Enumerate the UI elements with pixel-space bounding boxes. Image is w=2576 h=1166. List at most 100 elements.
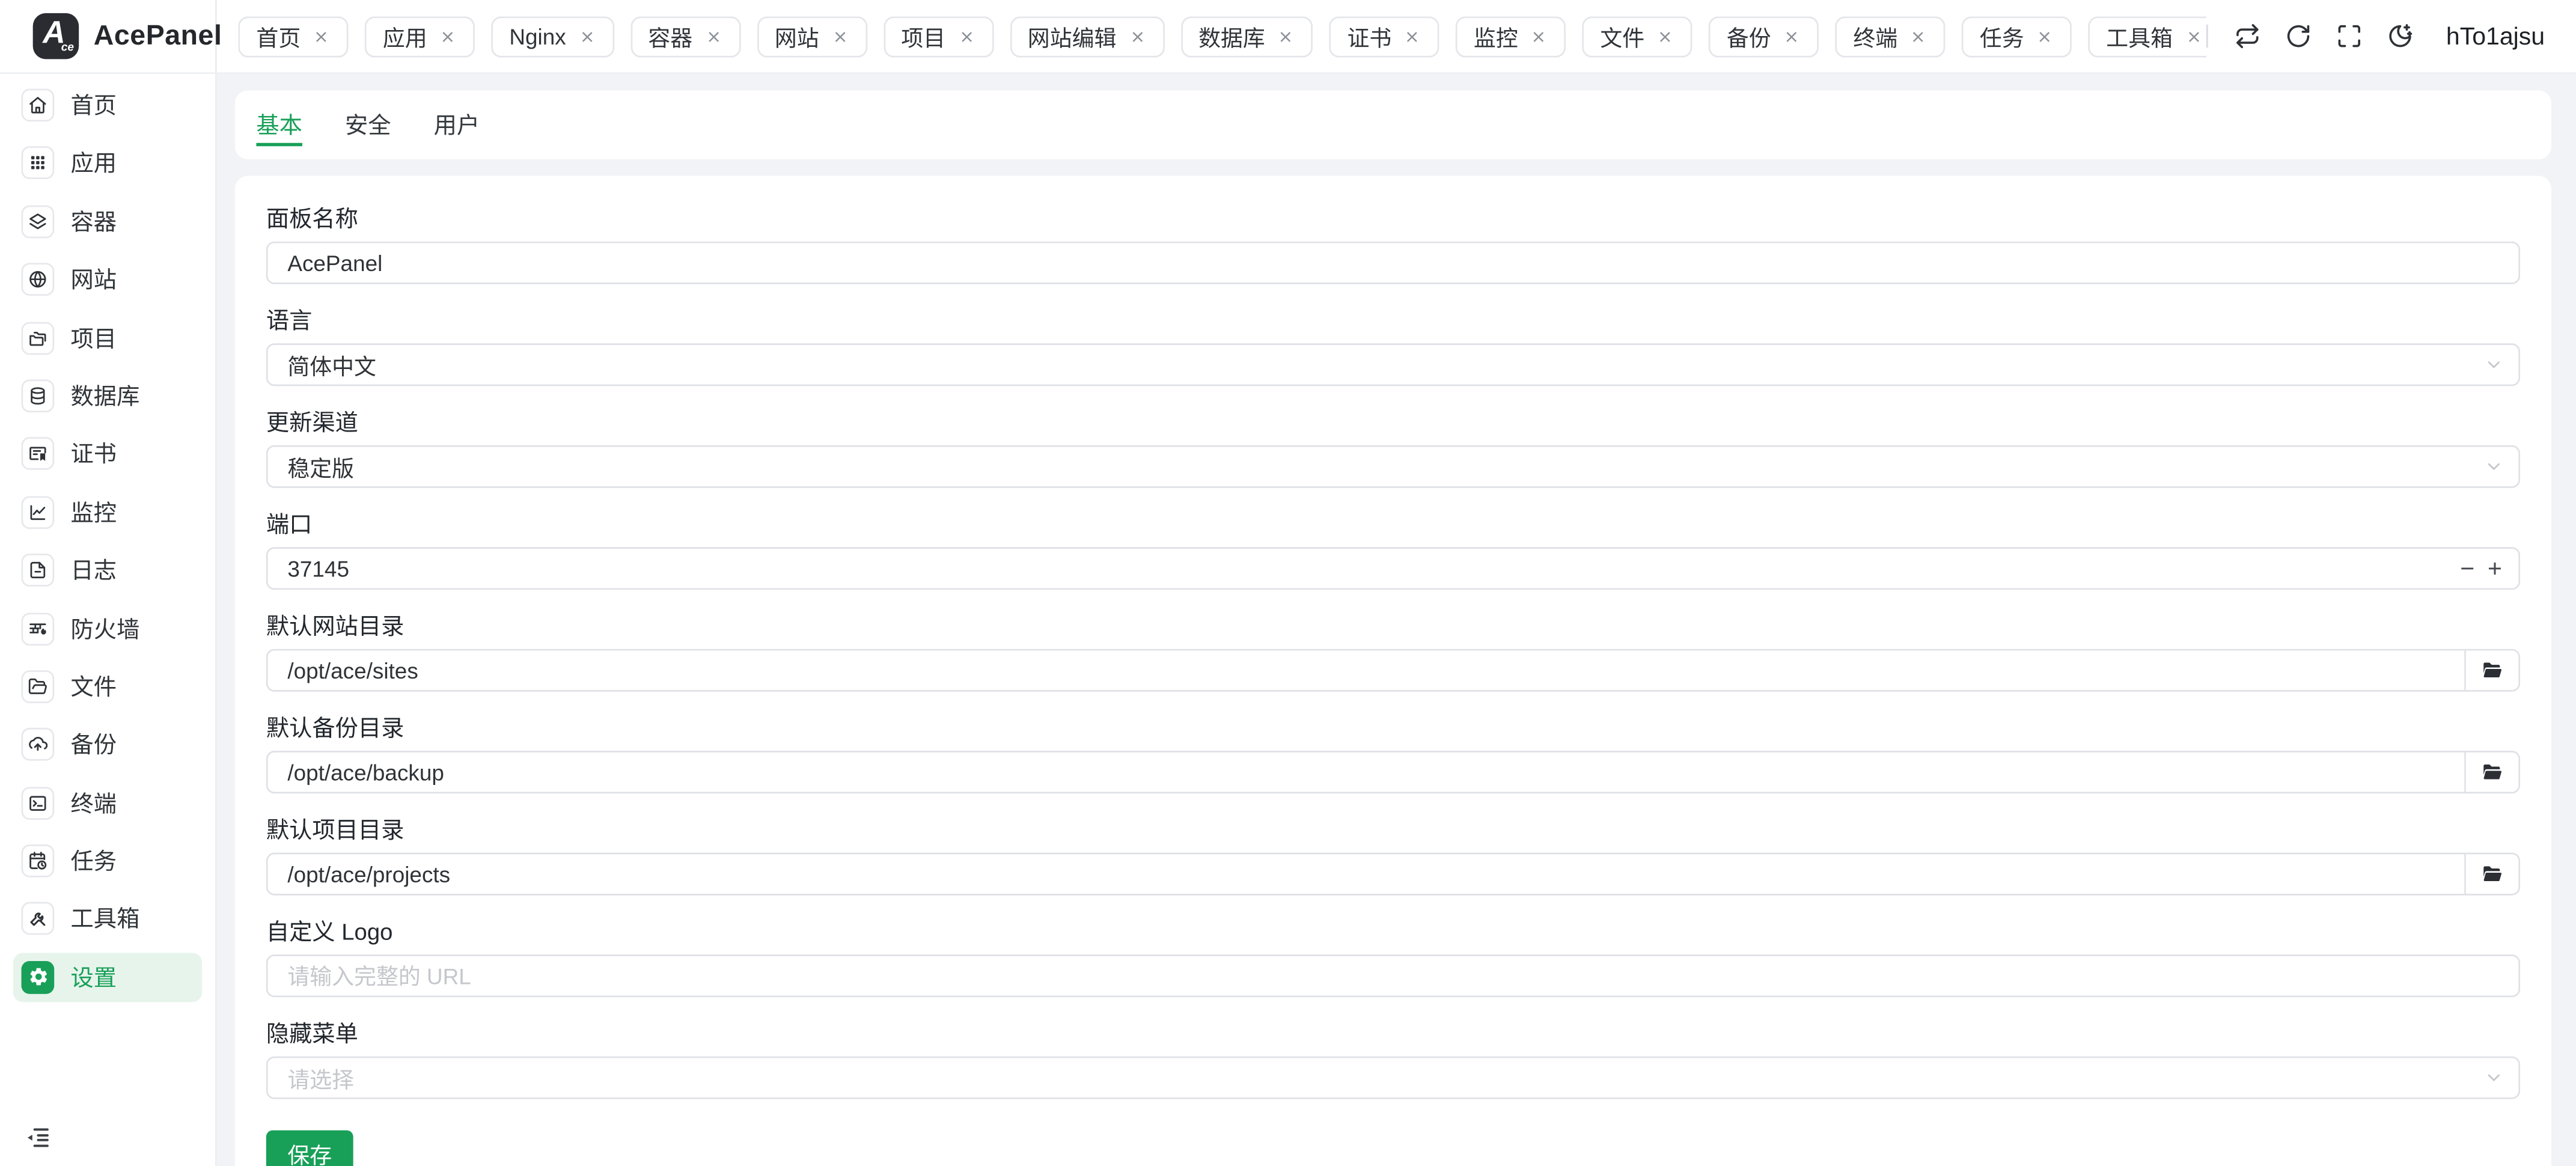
tab-chip-certificates[interactable]: 证书 (1329, 16, 1439, 56)
sidebar-item-database[interactable]: 数据库 (13, 371, 202, 421)
refresh-icon[interactable] (2285, 23, 2312, 49)
field-label: 语言 (266, 305, 2520, 335)
field-custom-logo: 自定义 Logo (266, 917, 2520, 997)
close-icon[interactable] (578, 27, 596, 45)
close-icon[interactable] (2184, 27, 2202, 45)
decrement-icon[interactable]: − (2460, 556, 2474, 581)
sidebar-item-home[interactable]: 首页 (13, 81, 202, 130)
field-project-dir: 默认项目目录 (266, 815, 2520, 896)
sidebar-item-backup[interactable]: 备份 (13, 720, 202, 769)
terminal-icon (22, 786, 55, 819)
sidebar-item-files[interactable]: 文件 (13, 662, 202, 711)
select-placeholder: 请选择 (287, 1061, 354, 1094)
field-label: 默认备份目录 (266, 713, 2520, 742)
dark-mode-moon-icon[interactable] (2387, 23, 2414, 49)
close-icon[interactable] (439, 27, 457, 45)
tab-chip-terminal[interactable]: 终端 (1835, 16, 1945, 56)
certificate-icon (22, 438, 55, 471)
fullscreen-icon[interactable] (2336, 23, 2363, 49)
sidebar-item-label: 终端 (71, 786, 117, 819)
project-dir-input[interactable] (268, 854, 2465, 894)
sidebar-item-label: 日志 (71, 554, 117, 587)
tab-chip-database[interactable]: 数据库 (1180, 16, 1313, 56)
tab-chip-containers[interactable]: 容器 (630, 16, 740, 56)
tab-users[interactable]: 用户 (434, 90, 480, 146)
custom-logo-input[interactable] (266, 954, 2520, 997)
sidebar-item-firewall[interactable]: 防火墙 (13, 604, 202, 653)
increment-icon[interactable]: + (2488, 556, 2502, 581)
sidebar: 首页 应用 容器 网站 项目 数据库 (0, 72, 217, 1166)
sidebar-item-label: 监控 (71, 496, 117, 529)
close-icon[interactable] (1656, 27, 1674, 45)
close-icon[interactable] (704, 27, 722, 45)
sidebar-item-toolbox[interactable]: 工具箱 (13, 894, 202, 944)
chart-line-icon (22, 496, 55, 529)
cloud-upload-icon (22, 728, 55, 762)
tab-chip-tasks[interactable]: 任务 (1962, 16, 2072, 56)
backup-dir-input[interactable] (268, 752, 2465, 792)
sidebar-item-monitor[interactable]: 监控 (13, 487, 202, 537)
sidebar-item-projects[interactable]: 项目 (13, 313, 202, 362)
database-icon (22, 379, 55, 412)
sidebar-item-settings[interactable]: 设置 (13, 953, 202, 1002)
sidebar-item-apps[interactable]: 应用 (13, 139, 202, 188)
folders-icon (22, 322, 55, 355)
sidebar-item-label: 设置 (71, 961, 117, 994)
close-icon[interactable] (1128, 27, 1146, 45)
panel-name-input[interactable] (266, 242, 2520, 284)
port-input[interactable] (266, 547, 2520, 590)
sidebar-item-label: 容器 (71, 205, 117, 238)
tab-chip-site-edit[interactable]: 网站编辑 (1010, 16, 1164, 56)
sidebar-item-certificates[interactable]: 证书 (13, 429, 202, 478)
tab-chip-projects[interactable]: 项目 (883, 16, 993, 56)
save-button[interactable]: 保存 (266, 1131, 353, 1166)
sidebar-item-websites[interactable]: 网站 (13, 255, 202, 304)
sidebar-item-tasks[interactable]: 任务 (13, 837, 202, 886)
close-icon[interactable] (1403, 27, 1421, 45)
tab-chip-files[interactable]: 文件 (1582, 16, 1692, 56)
hidden-menu-select[interactable]: 请选择 (266, 1057, 2520, 1099)
username[interactable]: hTo1ajsu (2446, 22, 2545, 50)
sidebar-item-containers[interactable]: 容器 (13, 197, 202, 246)
basic-settings-form: 面板名称 语言 简体中文 更新渠道 稳定版 (235, 176, 2551, 1166)
tab-chip-websites[interactable]: 网站 (757, 16, 867, 56)
sidebar-item-logs[interactable]: 日志 (13, 546, 202, 595)
tab-chip-apps[interactable]: 应用 (365, 16, 475, 56)
sidebar-item-label: 备份 (71, 728, 117, 762)
settings-tabs: 基本 安全 用户 (235, 90, 2551, 159)
site-dir-input[interactable] (268, 650, 2465, 690)
field-port: 端口 − + (266, 509, 2520, 590)
divider (2206, 25, 2208, 47)
tab-chip-nginx[interactable]: Nginx (491, 16, 614, 56)
browse-folder-button[interactable] (2464, 650, 2518, 690)
browse-folder-button[interactable] (2464, 752, 2518, 792)
tab-chip-monitor[interactable]: 监控 (1456, 16, 1566, 56)
sidebar-item-label: 工具箱 (71, 903, 140, 936)
tab-basic[interactable]: 基本 (256, 90, 302, 146)
close-icon[interactable] (1783, 27, 1801, 45)
tab-security[interactable]: 安全 (345, 90, 391, 146)
update-channel-select[interactable]: 稳定版 (266, 445, 2520, 488)
sidebar-item-terminal[interactable]: 终端 (13, 778, 202, 828)
file-text-icon (22, 554, 55, 587)
close-icon[interactable] (831, 27, 849, 45)
selected-value: 简体中文 (287, 348, 376, 381)
close-icon[interactable] (1909, 27, 1927, 45)
sidebar-item-label: 项目 (71, 322, 117, 355)
close-icon[interactable] (1277, 27, 1295, 45)
close-icon[interactable] (312, 27, 330, 45)
browse-folder-button[interactable] (2464, 854, 2518, 894)
sidebar-item-label: 防火墙 (71, 612, 140, 645)
field-hidden-menu: 隐藏菜单 请选择 (266, 1019, 2520, 1099)
collapse-sidebar-icon[interactable] (23, 1123, 50, 1151)
close-icon[interactable] (2036, 27, 2054, 45)
tab-chip-home[interactable]: 首页 (238, 16, 348, 56)
language-select[interactable]: 简体中文 (266, 343, 2520, 386)
close-icon[interactable] (1530, 27, 1548, 45)
close-icon[interactable] (957, 27, 975, 45)
field-backup-dir: 默认备份目录 (266, 713, 2520, 793)
globe-icon (22, 263, 55, 296)
tab-chip-toolbox[interactable]: 工具箱 (2088, 16, 2206, 56)
tab-chip-backup[interactable]: 备份 (1709, 16, 1819, 56)
sync-icon[interactable] (2234, 23, 2260, 49)
